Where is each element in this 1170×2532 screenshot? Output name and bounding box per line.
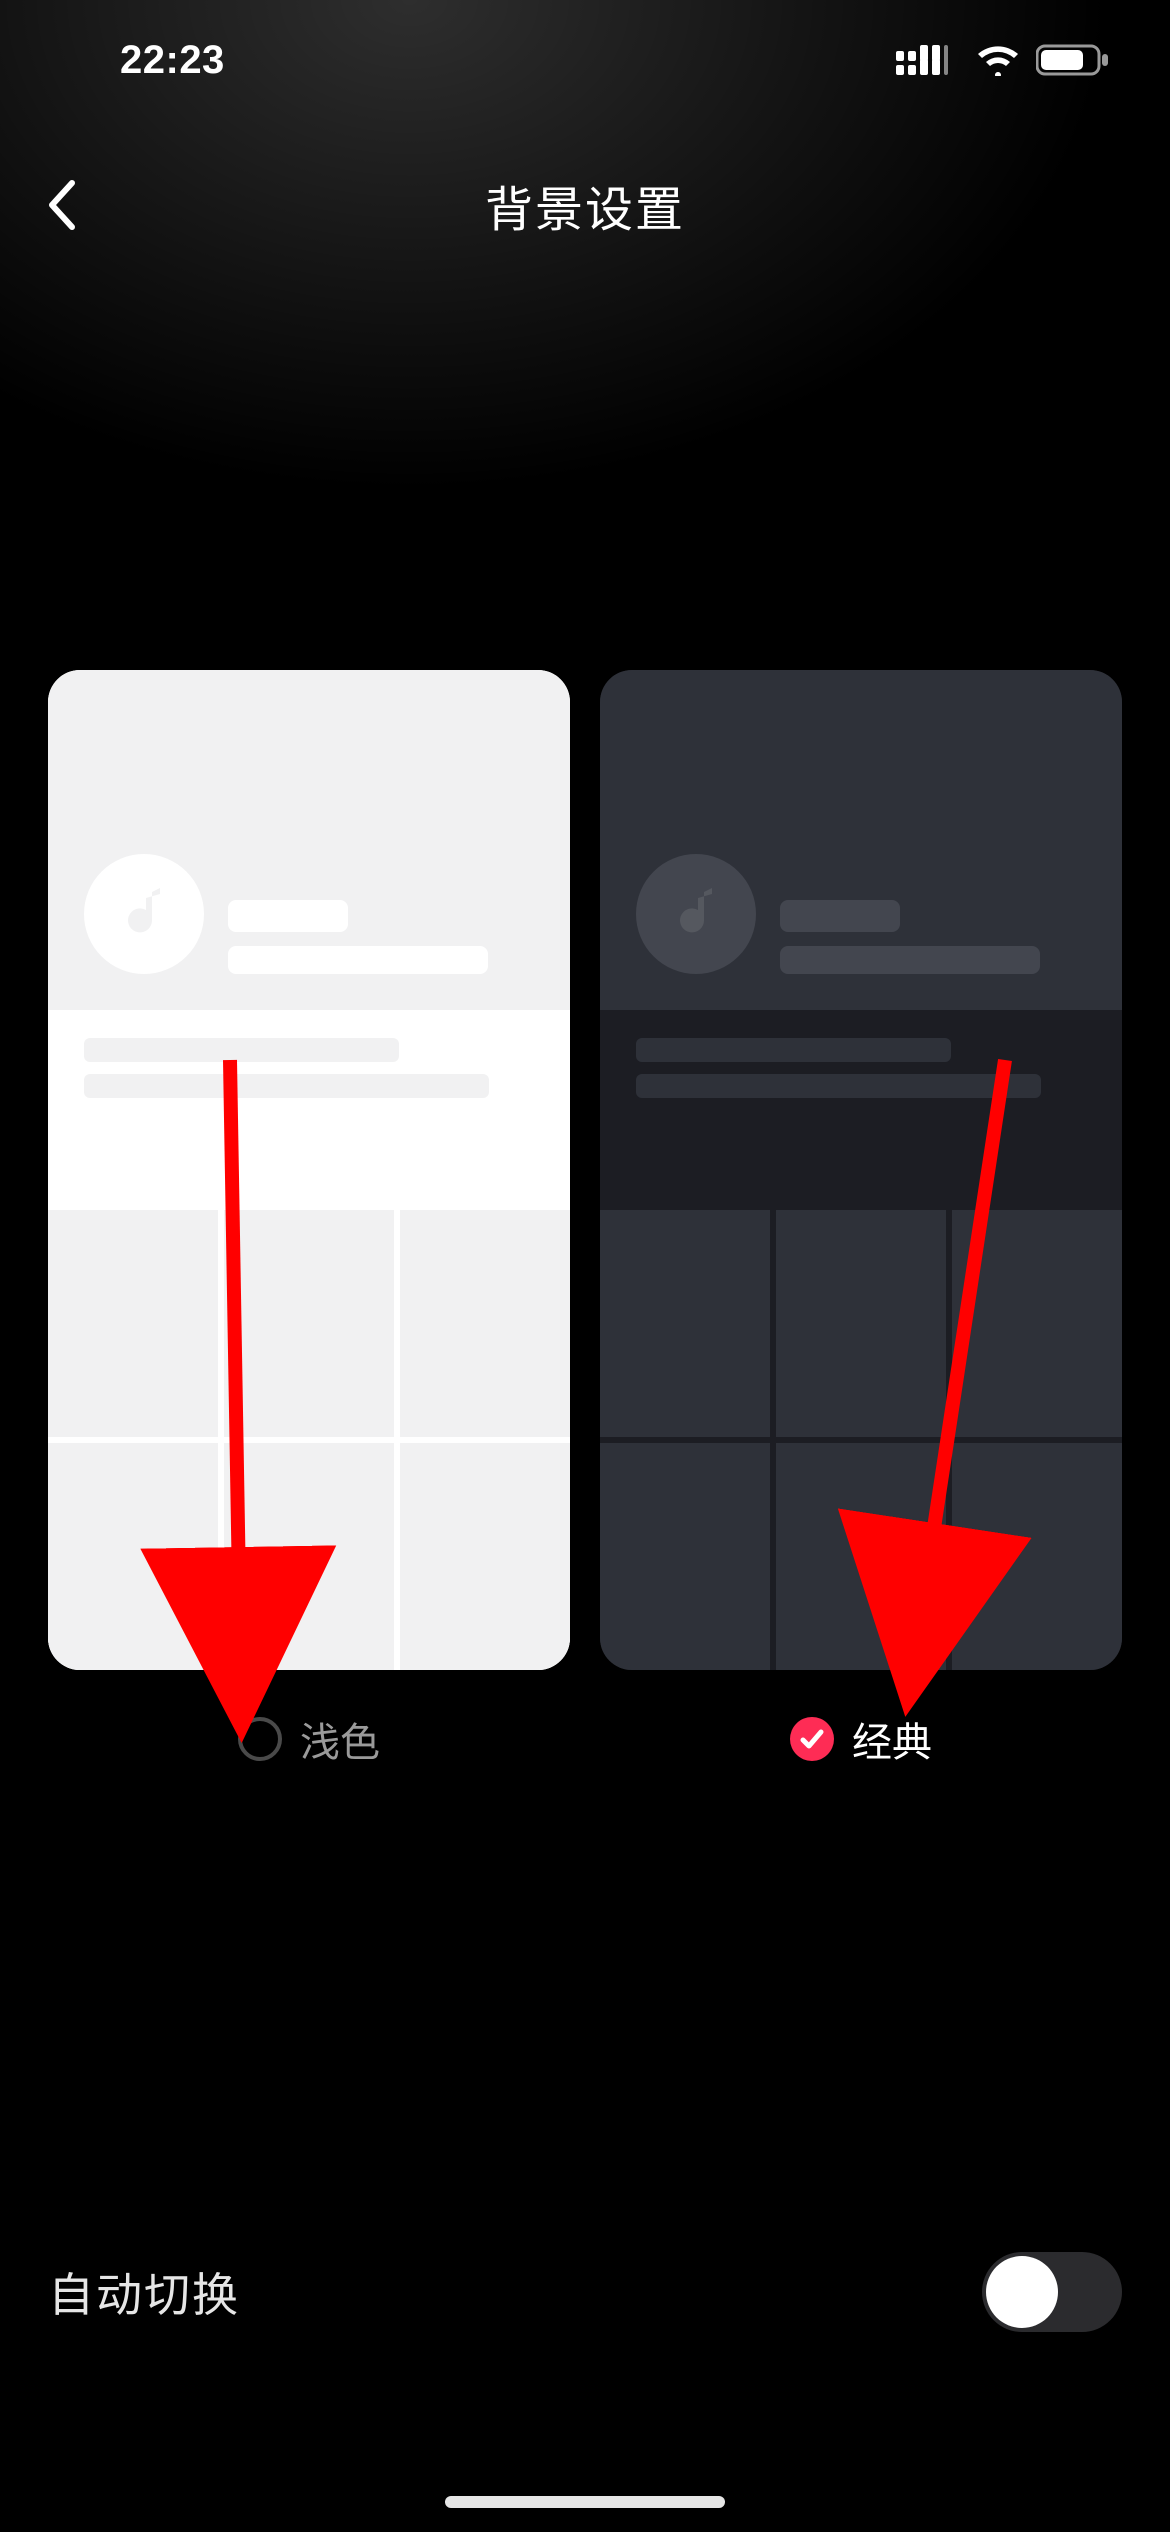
theme-preview-dark	[600, 670, 1122, 1670]
auto-switch-toggle[interactable]	[982, 2252, 1122, 2332]
radio-checked-icon	[790, 1717, 834, 1761]
theme-option-light[interactable]: 浅色	[48, 670, 570, 1768]
auto-switch-label: 自动切换	[48, 2259, 240, 2325]
theme-radio-dark[interactable]: 经典	[790, 1710, 932, 1768]
status-right	[896, 43, 1110, 77]
theme-options: 浅色 经典	[48, 670, 1122, 1768]
theme-option-dark[interactable]: 经典	[600, 670, 1122, 1768]
music-note-icon	[636, 854, 756, 974]
theme-preview-light	[48, 670, 570, 1670]
chevron-left-icon	[40, 175, 84, 235]
header: 背景设置	[0, 155, 1170, 255]
wifi-icon	[976, 44, 1020, 76]
toggle-knob	[986, 2256, 1058, 2328]
music-note-icon	[84, 854, 204, 974]
page-title: 背景设置	[485, 170, 685, 240]
battery-icon	[1036, 43, 1110, 77]
status-time: 22:23	[120, 38, 225, 83]
back-button[interactable]	[40, 155, 120, 255]
dual-sim-signal-icon	[896, 45, 960, 75]
theme-radio-light[interactable]: 浅色	[238, 1710, 380, 1768]
home-indicator	[445, 2496, 725, 2508]
theme-label-dark: 经典	[852, 1710, 932, 1768]
theme-label-light: 浅色	[300, 1710, 380, 1768]
auto-switch-row: 自动切换	[0, 2252, 1170, 2332]
status-bar: 22:23	[0, 0, 1170, 120]
radio-unchecked-icon	[238, 1717, 282, 1761]
